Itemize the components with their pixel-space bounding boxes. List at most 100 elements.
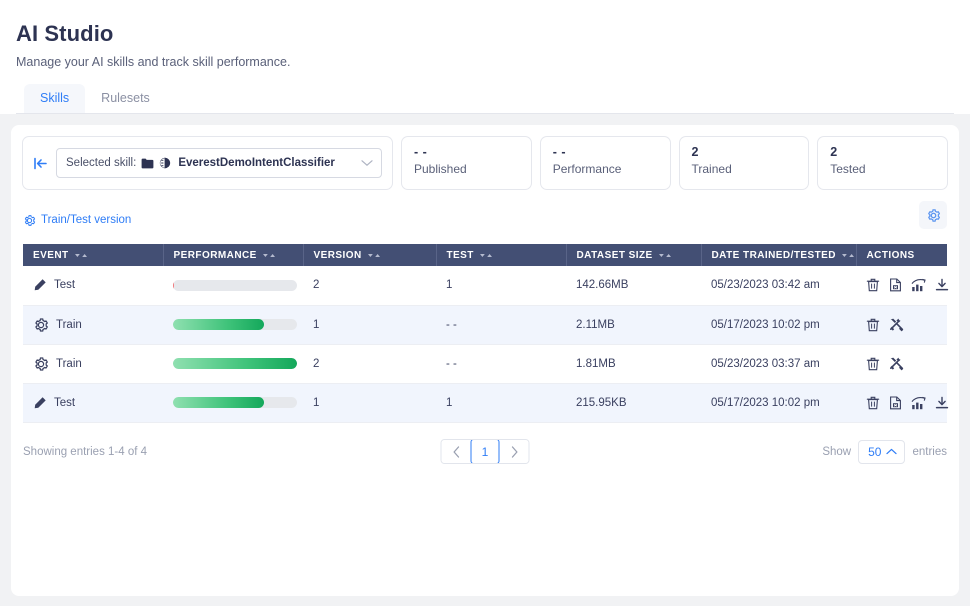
gear-icon	[33, 356, 49, 372]
show-label: Show	[822, 445, 852, 458]
metric-value: 2	[691, 145, 699, 159]
table-row[interactable]: Train 1 - - 2.11MB 05/17/2023 10:02 pm	[23, 305, 947, 345]
skill-selector-card: Selected skill: EverestDemoIntentClassif…	[23, 137, 392, 189]
metric-value: - -	[552, 145, 567, 159]
sort-icon[interactable]	[74, 252, 88, 259]
cell-date: 05/23/2023 03:37 am	[701, 344, 856, 384]
sort-icon[interactable]	[262, 252, 276, 259]
cell-date: 05/17/2023 10:02 pm	[701, 305, 856, 345]
column-label: DATE TRAINED/TESTED	[711, 249, 836, 261]
table-row[interactable]: Test 1 1 215.95KB 05/17/2023 10:02 pm	[23, 383, 949, 423]
chevron-up-icon	[886, 448, 898, 455]
sort-icon[interactable]	[367, 252, 381, 259]
tools-icon[interactable]	[889, 356, 904, 371]
column-label: VERSION	[313, 249, 362, 261]
cell-test: 1	[436, 266, 566, 306]
table-settings-button[interactable]	[919, 201, 947, 229]
metric-label: Published	[414, 162, 467, 176]
column-header-version[interactable]: VERSION	[303, 244, 437, 266]
column-label: DATASET SIZE	[576, 249, 653, 261]
column-label: ACTIONS	[866, 249, 915, 261]
entries-label: entries	[912, 445, 947, 458]
tab-skills[interactable]: Skills	[24, 84, 86, 113]
table-row[interactable]: Train 2 - - 1.81MB 05/23/2023 03:37 am	[23, 344, 947, 384]
selected-skill-dropdown[interactable]: Selected skill: EverestDemoIntentClassif…	[56, 148, 382, 178]
performance-bar	[173, 319, 297, 330]
performance-bar-fill	[173, 358, 297, 369]
trash-icon[interactable]	[866, 396, 880, 410]
event-label: Test	[54, 396, 76, 409]
summary-strip: Selected skill: EverestDemoIntentClassif…	[11, 125, 959, 189]
metric-value: 2	[830, 145, 838, 159]
column-label: TEST	[446, 249, 474, 261]
cell-version: 2	[303, 344, 436, 384]
content-card: Selected skill: EverestDemoIntentClassif…	[11, 125, 959, 596]
cell-actions	[856, 383, 949, 423]
performance-bar	[173, 358, 297, 369]
cell-actions	[856, 344, 947, 384]
column-label: PERFORMANCE	[173, 249, 257, 261]
column-header-test[interactable]: TEST	[436, 244, 567, 266]
chart-icon[interactable]	[911, 396, 926, 410]
tab-rulesets[interactable]: Rulesets	[85, 84, 166, 113]
trash-icon[interactable]	[866, 357, 880, 371]
trash-icon[interactable]	[866, 318, 880, 332]
metric-trained: 2 Trained	[679, 137, 809, 189]
cell-dataset-size: 142.66MB	[566, 266, 701, 306]
performance-bar-fill	[173, 397, 264, 408]
sort-icon[interactable]	[841, 252, 855, 259]
file-remove-icon[interactable]	[889, 395, 902, 410]
metric-label: Trained	[691, 162, 732, 176]
table-footer: Showing entries 1-4 of 4 1 Show 50 entri…	[23, 437, 947, 467]
tools-icon[interactable]	[889, 317, 904, 332]
gear-icon	[23, 214, 36, 227]
metric-published: - - Published	[402, 137, 531, 189]
performance-bar	[173, 279, 297, 291]
event-label: Train	[56, 357, 82, 370]
page-button-1[interactable]: 1	[470, 440, 500, 463]
event-label: Train	[56, 318, 82, 331]
cell-event: Test	[23, 266, 163, 306]
gear-icon	[33, 317, 49, 333]
column-header-performance[interactable]: PERFORMANCE	[163, 244, 304, 266]
cell-test: 1	[436, 383, 566, 423]
cell-event: Test	[23, 383, 163, 423]
cell-version: 2	[303, 266, 436, 306]
entries-select[interactable]: 50	[858, 439, 906, 464]
train-test-table: EVENT PERFORMANCE VERSION TEST DATASET S…	[23, 244, 949, 423]
cell-actions	[856, 305, 947, 345]
selected-skill-value: EverestDemoIntentClassifier	[178, 157, 335, 169]
prev-page-button[interactable]	[441, 440, 471, 463]
cell-test: - -	[436, 305, 566, 345]
column-header-date[interactable]: DATE TRAINED/TESTED	[701, 244, 857, 266]
download-icon[interactable]	[935, 278, 949, 292]
sort-icon[interactable]	[658, 252, 672, 259]
column-header-actions: ACTIONS	[856, 244, 947, 266]
column-header-event[interactable]: EVENT	[23, 244, 164, 266]
trash-icon[interactable]	[866, 278, 880, 292]
column-header-dataset-size[interactable]: DATASET SIZE	[566, 244, 702, 266]
table-toolbar: Train/Test version	[23, 201, 947, 235]
cell-performance	[163, 266, 303, 306]
next-page-button[interactable]	[499, 440, 529, 463]
collapse-left-icon[interactable]	[33, 157, 48, 170]
metric-tested: 2 Tested	[818, 137, 947, 189]
sort-icon[interactable]	[479, 252, 493, 259]
chevron-down-icon[interactable]	[361, 159, 373, 167]
download-icon[interactable]	[935, 396, 949, 410]
cell-event: Train	[23, 344, 163, 384]
chart-icon[interactable]	[911, 278, 926, 292]
page-subtitle: Manage your AI skills and track skill pe…	[16, 55, 291, 69]
table-header-row: EVENT PERFORMANCE VERSION TEST DATASET S…	[23, 244, 947, 266]
brain-icon	[159, 157, 171, 169]
train-test-version-link[interactable]: Train/Test version	[23, 214, 131, 227]
file-remove-icon[interactable]	[889, 278, 902, 292]
tab-bar: Skills Rulesets	[16, 84, 954, 114]
pencil-icon	[33, 278, 47, 292]
cell-test: - -	[436, 344, 566, 384]
table-row[interactable]: Test 2 1 142.66MB 05/23/2023 03:42 am	[23, 266, 949, 306]
performance-bar	[173, 397, 297, 408]
cell-version: 1	[303, 305, 436, 345]
table-body: Test 2 1 142.66MB 05/23/2023 03:42 am Tr…	[23, 266, 949, 423]
performance-bar-fill	[173, 319, 264, 330]
